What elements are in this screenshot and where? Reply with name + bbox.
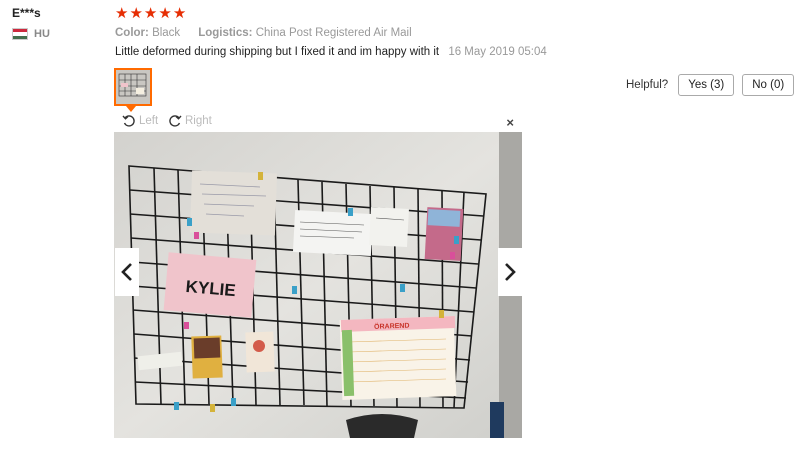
chevron-left-icon [121, 263, 132, 281]
rotate-left-button[interactable]: Left [122, 114, 158, 128]
flag-hu-icon [12, 28, 28, 40]
star-rating: ★ ★ ★ ★ ★ [115, 6, 186, 22]
order-attributes: Color: Black Logistics: China Post Regis… [115, 27, 412, 39]
country-code: HU [34, 28, 50, 40]
star-icon: ★ [158, 5, 172, 22]
photo-thumbnail[interactable] [114, 68, 152, 106]
close-icon[interactable]: × [506, 115, 514, 130]
rotate-right-button[interactable]: Right [168, 114, 212, 128]
viewer-toolbar: Left Right × [114, 114, 522, 132]
star-icon: ★ [172, 5, 187, 22]
previous-photo-button[interactable] [115, 248, 139, 296]
feedback-text: Little deformed during shipping but I fi… [115, 46, 440, 58]
review-photo: KYLIE ÖRAREND [114, 132, 522, 438]
rotate-left-icon [122, 115, 135, 127]
reviewer-name: E***s [12, 6, 41, 20]
attr-color: Color: Black [115, 27, 180, 39]
helpful-label: Helpful? [626, 79, 669, 91]
helpful-vote: Helpful? Yes (3) No (0) [626, 74, 795, 96]
photo-viewer: Left Right × KYLIE ÖRAREND [114, 114, 522, 438]
helpful-yes-button[interactable]: Yes (3) [678, 74, 735, 96]
feedback-date: 16 May 2019 05:04 [448, 46, 547, 58]
star-icon: ★ [129, 5, 143, 22]
thumbnail-pointer [126, 106, 136, 112]
star-icon: ★ [115, 5, 129, 22]
rotate-right-label: Right [185, 115, 212, 127]
attr-logistics: Logistics: China Post Registered Air Mai… [198, 27, 411, 39]
attr-value: Black [152, 27, 181, 39]
helpful-no-button[interactable]: No (0) [742, 74, 795, 96]
star-icon: ★ [143, 5, 158, 22]
reviewer-country: HU [12, 28, 50, 40]
rotate-right-icon [169, 115, 182, 127]
chevron-right-icon [505, 263, 516, 281]
rotate-left-label: Left [139, 115, 159, 127]
wall-grid-photo: KYLIE ÖRAREND [114, 132, 522, 438]
attr-value: China Post Registered Air Mail [255, 27, 412, 39]
attr-key: Logistics: [198, 27, 253, 39]
feedback: Little deformed during shipping but I fi… [115, 46, 547, 58]
thumbnail-image [116, 70, 150, 104]
attr-key: Color: [115, 27, 149, 39]
next-photo-button[interactable] [498, 248, 522, 296]
